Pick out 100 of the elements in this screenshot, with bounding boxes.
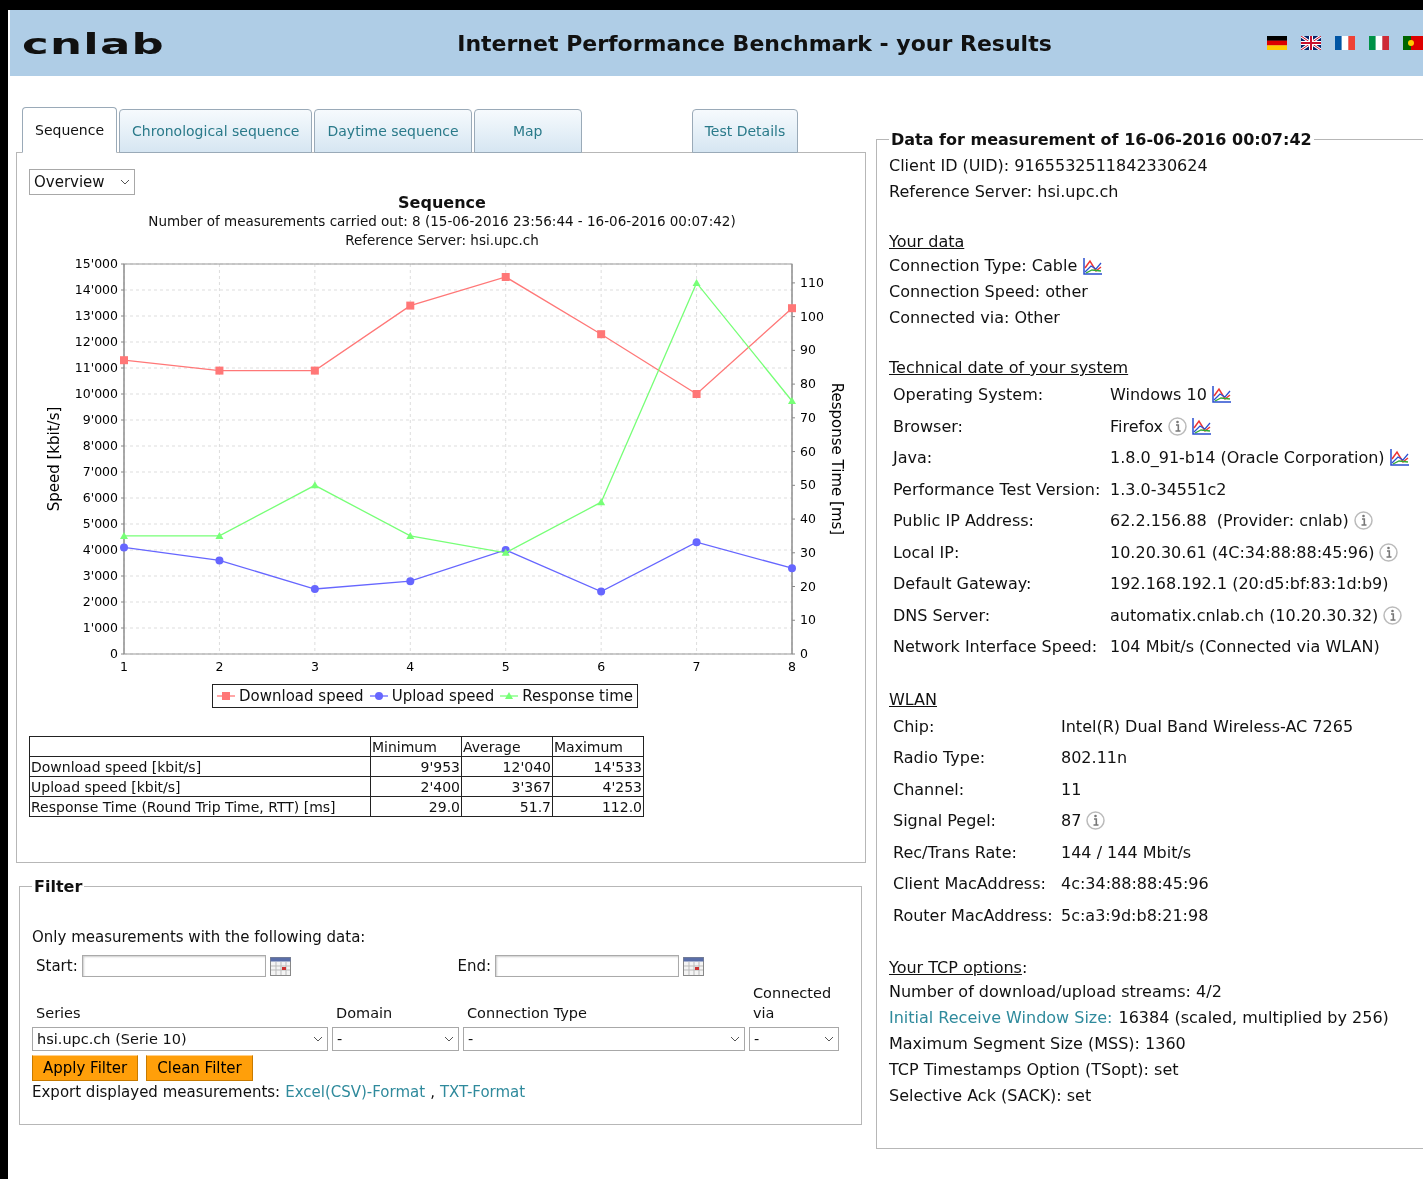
data-point xyxy=(597,587,606,596)
section-heading: Your data xyxy=(889,231,966,253)
field-label: End: xyxy=(457,957,491,975)
detail-label: Network Interface Speed: xyxy=(893,637,1099,657)
data-point xyxy=(310,366,319,375)
page-title: Internet Performance Benchmark - your Results xyxy=(456,30,1053,56)
section-title: Filter xyxy=(33,877,84,896)
dropdown[interactable]: - xyxy=(749,1027,839,1051)
data-point xyxy=(406,531,415,539)
detail-label: Chip: xyxy=(893,716,936,736)
chart-icon xyxy=(1191,417,1211,435)
data-point xyxy=(788,304,796,313)
caret-icon xyxy=(824,1036,834,1042)
detail-value: Windows 10 xyxy=(1110,385,1207,405)
data-point xyxy=(692,538,701,547)
input-field[interactable] xyxy=(495,955,679,977)
data-point xyxy=(120,356,128,365)
table-cell: 51.7 xyxy=(461,796,553,817)
data-point xyxy=(692,278,701,286)
axis-title: Response Time [ms] xyxy=(828,382,846,536)
filter-button[interactable]: Apply Filter xyxy=(32,1055,139,1081)
tab[interactable]: Daytime sequence xyxy=(314,109,472,153)
detail-text: 16384 (scaled, multiplied by 256) xyxy=(1118,1007,1389,1029)
input-field[interactable] xyxy=(81,955,266,977)
data-point xyxy=(406,301,415,310)
tick-label: 13'000 xyxy=(74,308,118,323)
export-link[interactable]: TXT-Format xyxy=(439,1083,526,1101)
data-point xyxy=(501,273,510,281)
dropdown[interactable]: - xyxy=(463,1027,745,1051)
tab[interactable]: Test Details xyxy=(691,109,799,153)
tick-label: 30 xyxy=(800,544,816,560)
tick-label: 3 xyxy=(310,659,319,674)
data-point xyxy=(788,396,796,404)
detail-value: 1.8.0_91-b14 (Oracle Corporation) xyxy=(1110,448,1385,468)
detail-text: Reference Server: hsi.upc.ch xyxy=(889,181,1119,203)
data-point xyxy=(406,577,415,586)
tick-label: 90 xyxy=(800,342,816,358)
table-cell: Upload speed [kbit/s] xyxy=(29,776,371,797)
detail-text: Number of download/upload streams: 4/2 xyxy=(889,981,1222,1003)
detail-label: Java: xyxy=(893,448,934,468)
detail-label: Channel: xyxy=(893,779,966,799)
tick-label: 5'000 xyxy=(82,516,118,531)
dropdown[interactable]: hsi.upc.ch (Serie 10) xyxy=(32,1027,328,1051)
export-label: Export displayed measurements: xyxy=(32,1083,281,1101)
detail-label: Public IP Address: xyxy=(893,511,1035,531)
dropdown[interactable]: - xyxy=(332,1027,459,1051)
detail-text: TCP Timestamps Option (TSopt): set xyxy=(889,1059,1179,1081)
tick-label: 14'000 xyxy=(74,282,118,297)
table-cell: 112.0 xyxy=(552,796,644,817)
detail-value: 4c:34:88:88:45:96 xyxy=(1061,874,1209,894)
section-heading: Technical date of your system xyxy=(889,357,1130,379)
flag-icon[interactable] xyxy=(1301,36,1321,50)
detail-label: Router MacAddress: xyxy=(893,905,1054,925)
detail-label: Rec/Trans Rate: xyxy=(893,842,1018,862)
tick-label: 12'000 xyxy=(74,334,118,349)
section-title: Data for measurement of 16-06-2016 00:07:42 xyxy=(890,130,1313,149)
detail-value: automatix.cnlab.ch (10.20.30.32) xyxy=(1110,605,1379,625)
detail-text: Connected via: Other xyxy=(889,307,1060,329)
legend-label: Upload speed xyxy=(391,687,495,705)
tab[interactable]: Sequence xyxy=(22,107,118,153)
view-select[interactable]: Overview xyxy=(29,169,135,195)
data-point xyxy=(310,585,319,593)
export-link[interactable]: Excel(CSV)-Format xyxy=(285,1083,426,1101)
logo: cnlab xyxy=(22,26,166,60)
data-point xyxy=(120,543,128,552)
tick-label: 4'000 xyxy=(82,542,118,557)
field-label: Connection Type xyxy=(466,1004,588,1023)
data-point xyxy=(215,366,224,375)
info-link[interactable]: Initial Receive Window Size: xyxy=(889,1005,1113,1031)
field-label: Start: xyxy=(36,957,78,975)
chart-title: Sequence xyxy=(397,193,487,212)
section-heading: Your TCP options: xyxy=(889,957,1029,979)
chart-icon xyxy=(1083,257,1103,275)
tab[interactable]: Chronological sequence xyxy=(119,109,313,153)
flag-icon[interactable] xyxy=(1267,36,1287,50)
tick-label: 80 xyxy=(800,376,816,392)
data-point xyxy=(215,531,224,539)
detail-value: 62.2.156.88 (Provider: cnlab) xyxy=(1110,511,1349,531)
field-label: Domain xyxy=(335,1004,394,1023)
caret-icon xyxy=(444,1036,454,1042)
tick-label: 60 xyxy=(800,443,816,459)
tick-label: 2'000 xyxy=(82,594,118,609)
flag-icon[interactable] xyxy=(1335,36,1355,50)
detail-value: 10.20.30.61 (4C:34:88:88:45:96) xyxy=(1110,542,1375,562)
table-cell: 14'533 xyxy=(552,756,644,777)
caret-icon xyxy=(120,179,130,185)
detail-label: Browser: xyxy=(893,416,964,436)
detail-label: Radio Type: xyxy=(893,748,987,768)
legend-label: Download speed xyxy=(239,687,364,705)
filter-button[interactable]: Clean Filter xyxy=(146,1055,253,1081)
tick-label: 0 xyxy=(800,646,808,661)
tick-label: 0 xyxy=(110,646,118,661)
column-header: Average xyxy=(461,736,553,757)
data-point xyxy=(120,531,128,539)
tick-label: 1'000 xyxy=(82,620,118,635)
tick-label: 5 xyxy=(501,659,510,674)
detail-value: Firefox xyxy=(1110,416,1163,436)
tab[interactable]: Map xyxy=(473,109,582,153)
data-point xyxy=(597,330,606,339)
detail-label: Performance Test Version: xyxy=(893,479,1102,499)
